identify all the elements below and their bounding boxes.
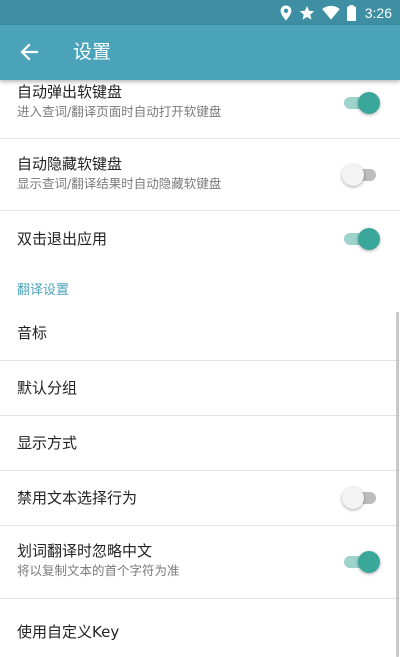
status-time: 3:26 (364, 4, 392, 21)
setting-subtitle: 进入查词/翻译页面时自动打开软键盘 (17, 104, 222, 119)
setting-title: 自动弹出软键盘 (17, 83, 123, 101)
section-header-label: 翻译设置 (17, 283, 70, 298)
setting-auto-hide-keyboard[interactable]: 自动隐藏软键盘 显示查词/翻译结果时自动隐藏软键盘 (0, 139, 400, 211)
setting-auto-popup-keyboard[interactable]: 自动弹出软键盘 进入查词/翻译页面时自动打开软键盘 (0, 80, 400, 139)
battery-icon (346, 4, 356, 21)
setting-display-mode[interactable]: 显示方式 (0, 416, 400, 471)
setting-title: 默认分组 (17, 379, 78, 397)
ignore-chinese-switch[interactable] (342, 551, 380, 573)
setting-ignore-chinese[interactable]: 划词翻译时忽略中文 将以复制文本的首个字符为准 (0, 526, 400, 599)
back-button[interactable] (8, 31, 50, 73)
setting-custom-key[interactable]: 使用自定义Key (0, 599, 400, 657)
setting-disable-text-selection[interactable]: 禁用文本选择行为 (0, 471, 400, 526)
disable-text-selection-switch[interactable] (342, 487, 380, 509)
section-header-translation: 翻译设置 (0, 266, 400, 306)
wifi-icon (321, 5, 340, 20)
status-bar: 3:26 (0, 0, 400, 25)
setting-title: 显示方式 (17, 434, 78, 452)
settings-list: 自动弹出软键盘 进入查词/翻译页面时自动打开软键盘 自动隐藏软键盘 显示查词/翻… (0, 80, 400, 657)
setting-double-tap-exit[interactable]: 双击退出应用 (0, 211, 400, 266)
double-tap-exit-switch[interactable] (342, 227, 380, 250)
setting-title: 音标 (17, 324, 48, 342)
location-icon (280, 5, 292, 20)
setting-subtitle: 显示查词/翻译结果时自动隐藏软键盘 (17, 176, 222, 191)
arrow-left-icon (20, 43, 39, 61)
setting-subtitle: 将以复制文本的首个字符为准 (17, 563, 180, 578)
setting-default-group[interactable]: 默认分组 (0, 361, 400, 416)
status-icons: 3:26 (280, 0, 392, 25)
star-icon (299, 5, 314, 20)
setting-title: 使用自定义Key (17, 622, 120, 641)
page-title: 设置 (73, 41, 112, 63)
setting-title: 双击退出应用 (17, 229, 108, 248)
settings-list-container[interactable]: 自动弹出软键盘 进入查词/翻译页面时自动打开软键盘 自动隐藏软键盘 显示查词/翻… (0, 80, 400, 657)
setting-title: 禁用文本选择行为 (17, 489, 138, 507)
auto-hide-keyboard-switch[interactable] (342, 163, 380, 186)
setting-title: 划词翻译时忽略中文 (17, 542, 153, 560)
auto-popup-keyboard-switch[interactable] (342, 91, 380, 114)
setting-phonetic[interactable]: 音标 (0, 306, 400, 361)
app-bar: 设置 (0, 25, 400, 80)
setting-title: 自动隐藏软键盘 (17, 155, 123, 173)
scrollbar[interactable] (396, 312, 399, 657)
